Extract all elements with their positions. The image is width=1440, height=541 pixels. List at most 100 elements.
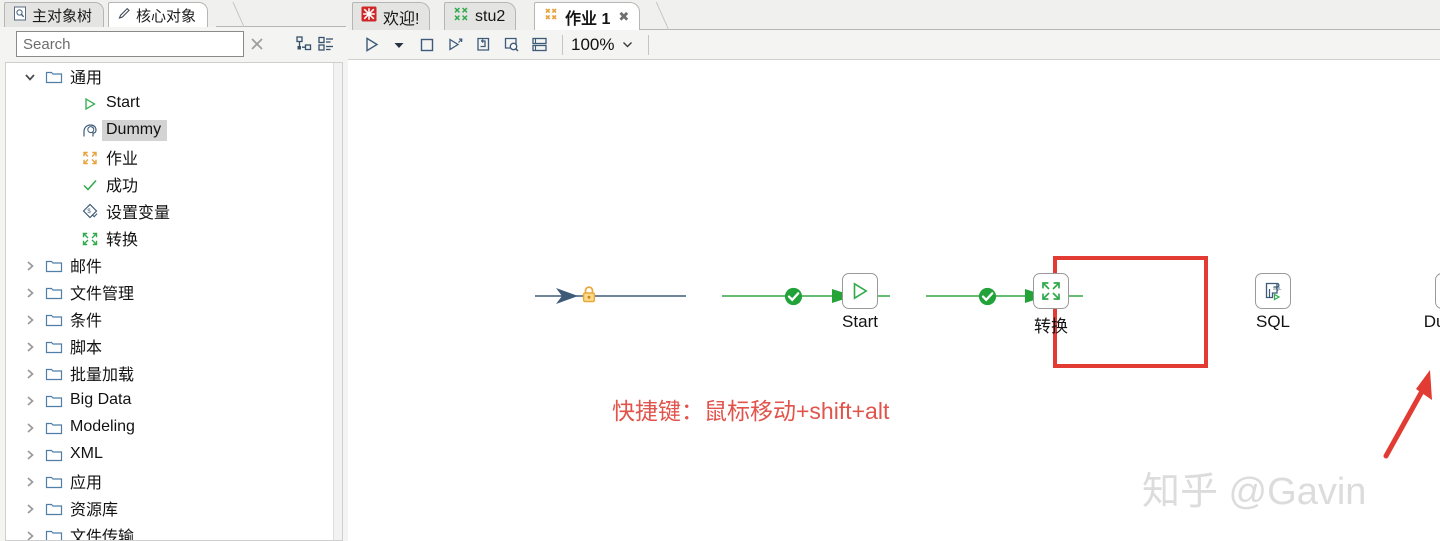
tree-item-9[interactable]: 条件 bbox=[6, 306, 342, 333]
tree-item-0[interactable]: 通用 bbox=[6, 63, 342, 90]
folder-icon bbox=[42, 366, 66, 382]
tab-core-objects-label: 核心对象 bbox=[136, 7, 197, 25]
node-box-dummy[interactable] bbox=[1435, 273, 1440, 309]
folder-icon bbox=[42, 528, 66, 540]
tree-item-16[interactable]: 资源库 bbox=[6, 495, 342, 522]
set-variable-icon: $ bbox=[78, 203, 102, 220]
chevron-right-icon[interactable] bbox=[18, 448, 42, 462]
job-icon bbox=[78, 150, 102, 166]
canvas-node-start-label: Start bbox=[842, 312, 878, 331]
job-icon bbox=[543, 6, 559, 27]
chevron-down-icon bbox=[394, 42, 404, 48]
tree-item-3[interactable]: 作业 bbox=[6, 144, 342, 171]
tree-item-5[interactable]: $ 设置变量 bbox=[6, 198, 342, 225]
canvas-node-transform[interactable]: 转换 bbox=[1018, 273, 1084, 337]
tree-item-17[interactable]: 文件传输 bbox=[6, 522, 342, 540]
run-button[interactable] bbox=[358, 33, 384, 57]
folder-icon bbox=[42, 393, 66, 409]
preview-button[interactable] bbox=[498, 33, 524, 57]
tree-item-4[interactable]: 成功 bbox=[6, 171, 342, 198]
stop-icon bbox=[420, 38, 434, 51]
check-circle-icon[interactable] bbox=[784, 287, 803, 311]
folder-icon bbox=[42, 474, 66, 490]
run-options-button[interactable] bbox=[386, 33, 412, 57]
node-box-sql[interactable]: SQL bbox=[1255, 273, 1291, 309]
editor-tabbar: 欢迎! stu2 作业 1 ✖ bbox=[348, 0, 1440, 30]
left-panel-tabbar: 主对象树 核心对象 bbox=[0, 0, 348, 27]
list-view-icon[interactable] bbox=[317, 35, 335, 53]
close-icon[interactable] bbox=[249, 36, 265, 52]
tab-job-1[interactable]: 作业 1 ✖ bbox=[534, 2, 641, 30]
chevron-right-icon[interactable] bbox=[18, 394, 42, 408]
chevron-right-icon[interactable] bbox=[18, 475, 42, 489]
grid-icon bbox=[531, 37, 547, 52]
step-button[interactable] bbox=[442, 33, 468, 57]
canvas-node-start[interactable]: Start bbox=[827, 273, 893, 332]
tree-item-label: 成功 bbox=[106, 178, 139, 195]
tree-item-6[interactable]: 转换 bbox=[6, 225, 342, 252]
stop-button[interactable] bbox=[414, 33, 440, 57]
chevron-right-icon[interactable] bbox=[18, 421, 42, 435]
chevron-right-icon[interactable] bbox=[18, 367, 42, 381]
left-tabbar-filler bbox=[216, 2, 346, 27]
kettle-spoon-window: 主对象树 核心对象 Search 通用 Start Dummy 作业 成功 $ … bbox=[0, 0, 1440, 541]
pencil-icon bbox=[117, 6, 131, 25]
chevron-down-icon[interactable] bbox=[18, 70, 42, 84]
lock-icon[interactable] bbox=[581, 285, 597, 310]
tree-item-label: Modeling bbox=[70, 418, 135, 435]
watermark: 知乎 @Gavin bbox=[1142, 471, 1367, 513]
tree-item-11[interactable]: 批量加载 bbox=[6, 360, 342, 387]
folder-icon bbox=[42, 312, 66, 328]
tree-view-icon[interactable] bbox=[295, 35, 313, 53]
document-icon bbox=[13, 6, 27, 25]
step-icon bbox=[448, 38, 462, 51]
tab-stu2[interactable]: stu2 bbox=[444, 2, 517, 30]
tree-item-15[interactable]: 应用 bbox=[6, 468, 342, 495]
tree-item-12[interactable]: Big Data bbox=[6, 387, 342, 414]
left-panel: 主对象树 核心对象 Search 通用 Start Dummy 作业 成功 $ … bbox=[0, 0, 348, 541]
tab-core-objects[interactable]: 核心对象 bbox=[108, 2, 209, 27]
core-objects-tree[interactable]: 通用 Start Dummy 作业成功 $ 设置变量 转换 邮件 文件管理 条件 脚本批量加载 Big… bbox=[5, 62, 343, 541]
dummy-icon bbox=[78, 122, 102, 139]
folder-icon bbox=[42, 258, 66, 274]
canvas-node-sql[interactable]: SQL SQL bbox=[1240, 273, 1306, 332]
chevron-right-icon[interactable] bbox=[18, 529, 42, 540]
node-box-start[interactable] bbox=[842, 273, 878, 309]
tree-scrollbar[interactable] bbox=[333, 63, 342, 540]
tree-item-1[interactable]: Start bbox=[6, 90, 342, 117]
zoom-level-select[interactable]: 100% bbox=[571, 35, 640, 55]
canvas-node-dummy[interactable]: Dummy bbox=[1398, 273, 1440, 332]
chevron-right-icon[interactable] bbox=[18, 313, 42, 327]
tab-main-object-tree[interactable]: 主对象树 bbox=[4, 2, 105, 27]
tree-item-label: Start bbox=[106, 94, 140, 111]
chevron-right-icon[interactable] bbox=[18, 502, 42, 516]
replay-button[interactable] bbox=[470, 33, 496, 57]
tree-item-8[interactable]: 文件管理 bbox=[6, 279, 342, 306]
tree-item-label: Big Data bbox=[70, 391, 132, 408]
chevron-right-icon[interactable] bbox=[18, 340, 42, 354]
play-icon bbox=[365, 37, 378, 52]
svg-text:$: $ bbox=[87, 209, 91, 215]
folder-icon bbox=[42, 285, 66, 301]
tab-welcome-label: 欢迎! bbox=[383, 10, 420, 28]
tree-item-13[interactable]: Modeling bbox=[6, 414, 342, 441]
tree-item-label: 作业 bbox=[106, 151, 139, 168]
check-circle-icon[interactable] bbox=[978, 287, 997, 311]
chevron-right-icon[interactable] bbox=[18, 259, 42, 273]
tree-item-label: 批量加载 bbox=[70, 367, 135, 384]
chevron-right-icon[interactable] bbox=[18, 286, 42, 300]
start-icon bbox=[78, 96, 102, 112]
tab-welcome[interactable]: 欢迎! bbox=[352, 2, 431, 30]
node-box-transform[interactable] bbox=[1033, 273, 1069, 309]
welcome-icon bbox=[361, 6, 377, 27]
grid-button[interactable] bbox=[526, 33, 552, 57]
job-canvas[interactable]: Start 转换 SQL SQL D 快捷键：鼠标移动+shift+alt 知乎… bbox=[348, 61, 1440, 541]
tree-item-14[interactable]: XML bbox=[6, 441, 342, 468]
search-input[interactable] bbox=[16, 31, 244, 57]
tree-item-7[interactable]: 邮件 bbox=[6, 252, 342, 279]
tree-item-10[interactable]: 脚本 bbox=[6, 333, 342, 360]
tree-item-2[interactable]: Dummy bbox=[6, 117, 342, 144]
close-icon[interactable]: ✖ bbox=[618, 9, 629, 25]
editor-area: 欢迎! stu2 作业 1 ✖ 100% Start 转换 SQL SQL D … bbox=[348, 0, 1440, 541]
canvas-node-sql-label: SQL bbox=[1255, 312, 1291, 331]
